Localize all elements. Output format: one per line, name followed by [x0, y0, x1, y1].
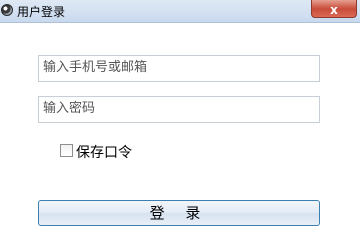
close-button[interactable]: x	[311, 0, 357, 18]
window-title: 用户登录	[17, 5, 66, 19]
remember-password-label[interactable]: 保存口令	[76, 142, 132, 162]
app-icon	[1, 4, 13, 16]
login-button[interactable]: 登 录	[38, 200, 320, 226]
close-icon: x	[330, 3, 338, 17]
password-input[interactable]: 输入密码	[38, 96, 320, 123]
account-placeholder: 输入手机号或邮箱	[43, 60, 148, 75]
title-bar[interactable]: 用户登录 x	[0, 0, 360, 23]
remember-password-checkbox[interactable]	[60, 144, 73, 157]
login-dialog-body	[0, 23, 360, 229]
account-input[interactable]: 输入手机号或邮箱	[38, 55, 320, 82]
password-placeholder: 输入密码	[43, 101, 96, 116]
